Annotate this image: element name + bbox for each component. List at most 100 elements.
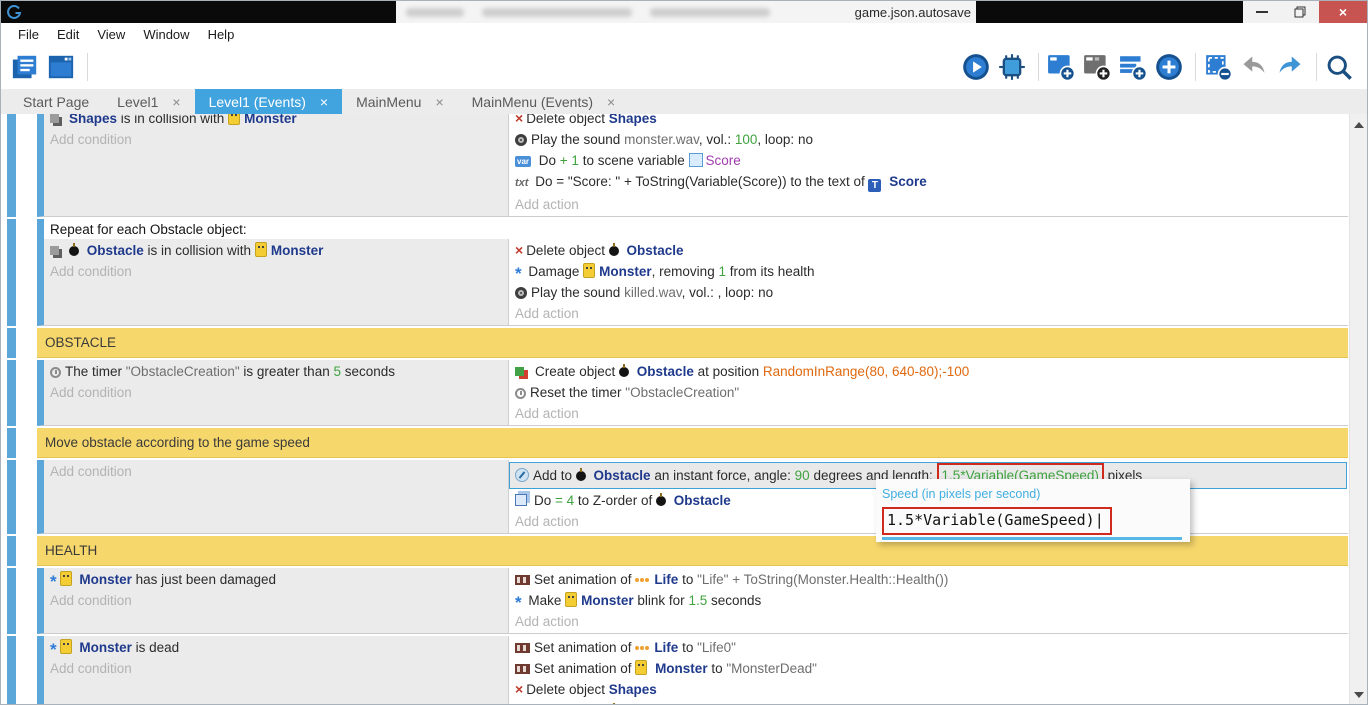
scroll-up-arrow[interactable] — [1354, 122, 1364, 128]
conditions-column: Add condition — [44, 460, 509, 533]
object-name: Obstacle — [633, 364, 694, 379]
event-drag-handle[interactable] — [7, 114, 16, 217]
preview-play-button[interactable] — [960, 51, 992, 83]
text: is dead — [132, 640, 179, 655]
vertical-scrollbar[interactable] — [1349, 114, 1367, 704]
anim-icon — [515, 575, 530, 585]
event-drag-handle[interactable] — [7, 636, 16, 704]
add-event-button[interactable] — [1045, 51, 1077, 83]
event-drag-handle[interactable] — [7, 568, 16, 634]
action-line[interactable]: Set animation of Monster to "MonsterDead… — [509, 658, 1348, 679]
comment-row: OBSTACLE — [1, 328, 1367, 358]
action-line[interactable]: ×Delete object Shapes — [509, 114, 1348, 129]
add-circle-icon — [1155, 53, 1183, 81]
action-line[interactable]: Create object Obstacle at position Rando… — [509, 361, 1348, 382]
add-condition-link[interactable]: Add condition — [44, 461, 508, 482]
event-drag-handle[interactable] — [7, 328, 16, 358]
action-line[interactable]: Reset the timer "ObstacleCreation" — [509, 382, 1348, 403]
add-subevent-button[interactable] — [1081, 51, 1113, 83]
tab-close-icon[interactable]: × — [320, 94, 328, 110]
add-action-link[interactable]: Add action — [509, 303, 1348, 324]
action-line[interactable]: Set animation of Life to "Life0" — [509, 637, 1348, 658]
debugger-button[interactable] — [996, 51, 1028, 83]
event-drag-handle[interactable] — [7, 428, 16, 458]
action-line[interactable]: ×Delete object Obstacle — [509, 240, 1348, 261]
text: to — [678, 572, 697, 587]
menu-item-edit[interactable]: Edit — [48, 27, 88, 42]
text: seconds — [341, 364, 395, 379]
action-line[interactable]: Set animation of Life to "Life" + ToStri… — [509, 569, 1348, 590]
action-line[interactable]: Play the sound killed.wav, vol.: , loop:… — [509, 282, 1348, 303]
tab-close-icon[interactable]: × — [172, 94, 180, 110]
comment-text[interactable]: OBSTACLE — [37, 328, 1348, 358]
event-box: * Monster has just been damagedAdd condi… — [37, 568, 1348, 634]
event-drag-handle[interactable] — [7, 360, 16, 426]
add-condition-link[interactable]: Add condition — [44, 382, 508, 403]
action-line[interactable]: ×Delete object Obstacle — [509, 700, 1348, 704]
bomb-icon — [69, 246, 79, 256]
action-line[interactable]: Play the sound monster.wav, vol.: 100, l… — [509, 129, 1348, 150]
add-condition-link[interactable]: Add condition — [44, 658, 508, 679]
repeat-event-header[interactable]: Repeat for each Obstacle object: — [44, 219, 1348, 239]
placeholder: Add condition — [50, 385, 132, 400]
add-action-link[interactable]: Add action — [509, 403, 1348, 424]
tab-mainmenu[interactable]: MainMenu× — [342, 89, 458, 114]
add-action-link[interactable]: Add action — [509, 194, 1348, 215]
add-condition-link[interactable]: Add condition — [44, 129, 508, 150]
project-manager-icon — [11, 53, 39, 81]
bomb-icon — [619, 367, 629, 377]
menu-item-view[interactable]: View — [88, 27, 134, 42]
remove-event-button[interactable] — [1202, 51, 1234, 83]
add-comment-icon — [1119, 53, 1147, 81]
search-button[interactable] — [1323, 51, 1355, 83]
menu-item-file[interactable]: File — [9, 27, 48, 42]
text: Play the sound — [531, 132, 624, 147]
event-drag-handle[interactable] — [7, 219, 16, 326]
condition-line[interactable]: * Monster has just been damaged — [44, 569, 508, 590]
condition-line[interactable]: * Monster is dead — [44, 637, 508, 658]
condition-line[interactable]: Shapes is in collision with Monster — [44, 114, 508, 129]
tab-mainmenu-events-[interactable]: MainMenu (Events)× — [458, 89, 630, 114]
annotation-box: 1.5*Variable(GameSpeed)| — [882, 507, 1112, 535]
text: an instant force, angle: — [651, 468, 795, 483]
event-drag-handle[interactable] — [7, 536, 16, 566]
tab-close-icon[interactable]: × — [607, 94, 615, 110]
add-comment-button[interactable] — [1117, 51, 1149, 83]
text: Do — [534, 493, 555, 508]
add-other-event-button[interactable] — [1153, 51, 1185, 83]
debugger-icon — [998, 53, 1026, 81]
condition-line[interactable]: The timer "ObstacleCreation" is greater … — [44, 361, 508, 382]
toolbar-separator — [1038, 53, 1039, 81]
add-action-link[interactable]: Add action — [509, 611, 1348, 632]
tab-close-icon[interactable]: × — [435, 94, 443, 110]
project-manager-button[interactable] — [9, 51, 41, 83]
placeholder: Add condition — [50, 264, 132, 279]
action-line[interactable]: ×Delete object Shapes — [509, 679, 1348, 700]
action-line[interactable]: * Damage Monster, removing 1 from its he… — [509, 261, 1348, 282]
tab-start-page[interactable]: Start Page — [9, 89, 103, 114]
action-line[interactable]: txt Do = "Score: " + ToString(Variable(S… — [509, 171, 1348, 194]
bomb-icon — [609, 246, 619, 256]
minimize-button[interactable] — [1243, 1, 1281, 23]
condition-line[interactable]: Obstacle is in collision with Monster — [44, 240, 508, 261]
expression-input[interactable]: 1.5*Variable(GameSpeed)| — [882, 507, 1182, 535]
action-line[interactable]: * Make Monster blink for 1.5 seconds — [509, 590, 1348, 611]
close-button[interactable]: × — [1319, 1, 1367, 23]
menu-item-window[interactable]: Window — [134, 27, 198, 42]
restore-button[interactable] — [1281, 1, 1319, 23]
redo-button[interactable] — [1274, 51, 1306, 83]
add-condition-link[interactable]: Add condition — [44, 261, 508, 282]
scene-editor-button[interactable] — [45, 51, 77, 83]
string-value: "ObstacleCreation" — [126, 364, 240, 379]
event-drag-handle[interactable] — [7, 460, 16, 534]
undo-button[interactable] — [1238, 51, 1270, 83]
variable-name: Score — [706, 153, 741, 168]
scroll-down-arrow[interactable] — [1354, 692, 1364, 698]
action-line[interactable]: var Do + 1 to scene variable Score — [509, 150, 1348, 171]
tab-level1-events-[interactable]: Level1 (Events)× — [195, 89, 342, 114]
comment-text[interactable]: Move obstacle according to the game spee… — [37, 428, 1348, 458]
menu-item-help[interactable]: Help — [199, 27, 244, 42]
event-columns: * Monster has just been damagedAdd condi… — [44, 568, 1348, 633]
add-condition-link[interactable]: Add condition — [44, 590, 508, 611]
tab-level1[interactable]: Level1× — [103, 89, 194, 114]
